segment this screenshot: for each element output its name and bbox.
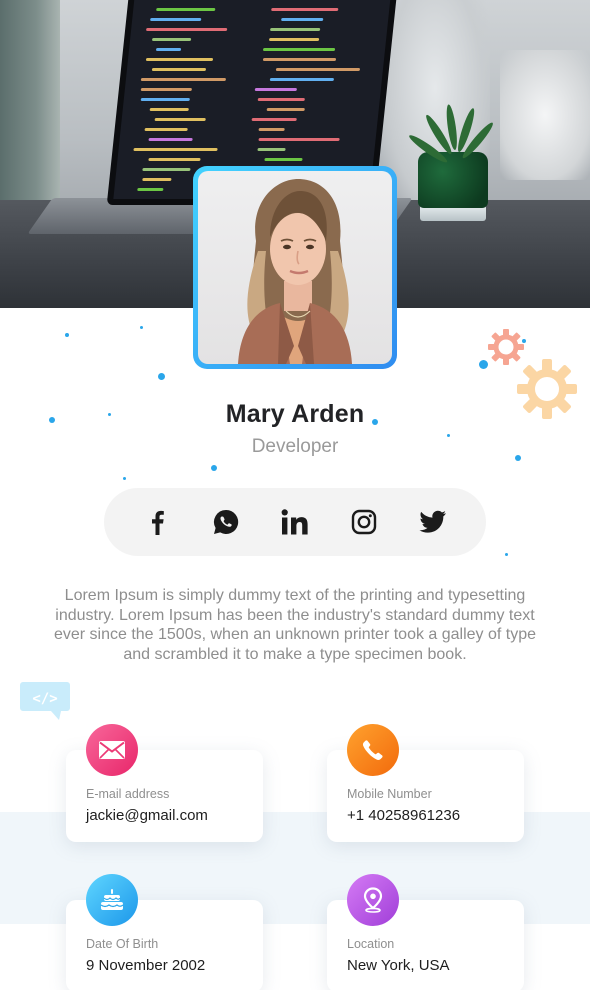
profile-role: Developer bbox=[251, 436, 339, 457]
whatsapp-icon bbox=[213, 509, 238, 534]
decor-dot bbox=[211, 465, 217, 471]
linkedin-button[interactable] bbox=[275, 502, 315, 542]
plant-image bbox=[418, 152, 488, 208]
bio-text: Lorem Ipsum is simply dummy text of the … bbox=[53, 587, 537, 663]
location-label: Location bbox=[347, 937, 395, 951]
location-pin-icon bbox=[363, 887, 383, 913]
linkedin-icon bbox=[281, 509, 308, 535]
location-icon-badge bbox=[347, 874, 399, 926]
facebook-icon bbox=[151, 510, 164, 535]
cake-icon bbox=[100, 889, 124, 910]
phone-icon bbox=[362, 740, 383, 760]
birth-label: Date Of Birth bbox=[86, 937, 159, 951]
decor-dot bbox=[123, 477, 126, 480]
decor-dot bbox=[158, 373, 165, 380]
email-value[interactable]: jackie@gmail.com bbox=[86, 807, 208, 824]
code-bubble-icon: </> bbox=[20, 682, 70, 720]
mail-icon bbox=[99, 741, 125, 759]
mobile-label: Mobile Number bbox=[347, 787, 432, 801]
instagram-icon bbox=[351, 509, 377, 535]
svg-text:</>: </> bbox=[32, 691, 57, 707]
twitter-button[interactable] bbox=[413, 502, 453, 542]
instagram-button[interactable] bbox=[344, 502, 384, 542]
whatsapp-button[interactable] bbox=[206, 502, 246, 542]
mobile-value[interactable]: +1 40258961236 bbox=[347, 807, 460, 824]
social-links-bar bbox=[104, 488, 486, 556]
profile-name: Mary Arden bbox=[225, 400, 365, 428]
decor-dot bbox=[505, 553, 508, 556]
decor-dot bbox=[65, 333, 69, 337]
twitter-icon bbox=[419, 510, 447, 533]
mobile-icon-badge bbox=[347, 724, 399, 776]
location-value[interactable]: New York, USA bbox=[347, 957, 450, 974]
email-label: E-mail address bbox=[86, 787, 170, 801]
profile-photo bbox=[198, 171, 392, 364]
decor-dot bbox=[140, 326, 143, 329]
facebook-button[interactable] bbox=[137, 502, 177, 542]
birth-icon-badge bbox=[86, 874, 138, 926]
profile-photo-frame bbox=[193, 166, 397, 369]
email-icon-badge bbox=[86, 724, 138, 776]
birth-value: 9 November 2002 bbox=[86, 957, 206, 974]
